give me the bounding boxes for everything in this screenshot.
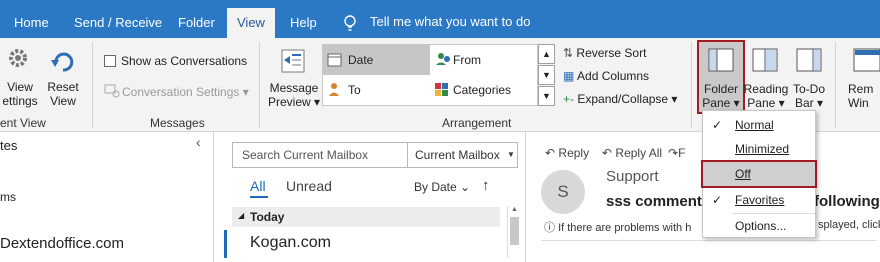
folder-item[interactable]: tes xyxy=(0,138,17,153)
menu-item-favorites[interactable]: ✓ Favorites xyxy=(703,188,815,212)
menu-item-minimized[interactable]: Minimized xyxy=(703,137,815,161)
message-preview-button[interactable]: Message Preview ▾ xyxy=(268,81,320,109)
group-separator xyxy=(259,42,260,128)
group-separator xyxy=(92,42,93,128)
reminders-window-button[interactable]: Rem Win xyxy=(848,82,880,110)
divider xyxy=(541,240,877,241)
view-settings-button[interactable]: View ettings xyxy=(0,80,40,108)
chevron-down-icon: ⌄ xyxy=(460,180,471,194)
reply-icon: ↶ xyxy=(545,146,556,160)
conversation-settings-button[interactable]: Conversation Settings ▾ xyxy=(122,84,249,100)
search-input[interactable]: Search Current Mailbox xyxy=(242,148,368,162)
gallery-more[interactable]: ▼ xyxy=(538,86,555,106)
tab-folder[interactable]: Folder xyxy=(178,8,215,38)
collapse-triangle-icon: ◢ xyxy=(238,211,245,220)
show-as-conversations-checkbox[interactable] xyxy=(104,55,116,67)
sort-direction-icon[interactable]: ↑ xyxy=(482,177,490,194)
arrange-by-from[interactable]: From xyxy=(431,45,538,75)
account-name[interactable]: Dextendoffice.com xyxy=(0,235,124,252)
arrange-by-date[interactable]: Date xyxy=(323,45,430,75)
reading-pane-button[interactable]: Reading Pane ▾ xyxy=(742,82,790,110)
group-label-messages: Messages xyxy=(150,116,205,130)
tab-home[interactable]: Home xyxy=(14,8,49,38)
person-icon xyxy=(329,83,339,96)
avatar: S xyxy=(541,170,585,214)
sort-arrows-icon: ⇅ xyxy=(563,46,574,60)
search-scope-dropdown[interactable]: Current Mailbox ▼ xyxy=(415,148,515,162)
calendar-icon xyxy=(327,53,342,67)
gallery-scroll-up[interactable]: ▲ xyxy=(538,44,555,64)
info-bar-tail: splayed, click xyxy=(818,219,880,231)
expand-collapse-icon: +- xyxy=(563,92,575,106)
conversation-settings-icon xyxy=(104,84,120,98)
folder-pane-button[interactable]: Folder Pane ▾ xyxy=(697,40,745,114)
sender-name[interactable]: Support xyxy=(606,168,659,185)
arrange-by-categories[interactable]: Categories xyxy=(431,75,538,105)
group-separator xyxy=(835,42,836,128)
checkmark-icon: ✓ xyxy=(712,118,723,132)
menu-item-options[interactable]: Options... xyxy=(703,214,815,238)
reset-view-icon xyxy=(51,52,74,72)
reminders-window-icon xyxy=(853,48,880,72)
search-box: Search Current Mailbox Current Mailbox ▼ xyxy=(232,142,518,168)
reverse-sort-button[interactable]: ⇅ Reverse Sort xyxy=(563,45,646,61)
todo-bar-icon xyxy=(796,48,822,72)
tab-send-receive[interactable]: Send / Receive xyxy=(74,8,162,38)
sort-by-dropdown[interactable]: By Date ⌄ xyxy=(414,180,470,194)
add-columns-icon: ▦ xyxy=(563,69,575,83)
chevron-down-icon: ▼ xyxy=(507,150,515,159)
expand-collapse-button[interactable]: +- Expand/Collapse ▾ xyxy=(563,91,677,107)
gear-icon xyxy=(9,49,27,67)
forward-button[interactable]: ↷F xyxy=(668,145,685,161)
filter-all[interactable]: All xyxy=(250,178,266,194)
tab-help[interactable]: Help xyxy=(290,8,317,38)
folder-pane-menu: ✓ Normal Minimized Off ✓ Favorites Optio… xyxy=(701,110,817,238)
forward-icon: ↷ xyxy=(668,146,679,160)
mail-list-scrollbar[interactable]: ▲ xyxy=(507,206,521,258)
filter-unread[interactable]: Unread xyxy=(286,178,332,194)
message-subject: sss comment p xyxy=(606,193,716,210)
info-icon: ⓘ xyxy=(544,222,555,234)
group-separator xyxy=(691,42,692,128)
message-subject-tail: following xyxy=(814,193,880,210)
menu-item-off[interactable]: Off xyxy=(701,160,817,188)
reply-button[interactable]: ↶ Reply xyxy=(545,145,589,161)
collapse-pane-icon[interactable]: ‹ xyxy=(196,134,201,150)
unread-indicator xyxy=(224,230,227,258)
tell-me-search[interactable]: Tell me what you want to do xyxy=(370,14,530,29)
add-columns-button[interactable]: ▦ Add Columns xyxy=(563,68,649,84)
folder-pane: tes ‹ ms Dextendoffice.com xyxy=(0,132,214,262)
message-preview-icon xyxy=(281,49,305,73)
arrange-by-to[interactable]: To xyxy=(323,75,430,105)
categories-icon xyxy=(435,83,448,96)
message-sender[interactable]: Kogan.com xyxy=(250,234,331,252)
gallery-scroll[interactable]: ▲ ▼ ▼ xyxy=(538,44,555,106)
filter-underline xyxy=(250,196,268,198)
reading-pane-icon xyxy=(752,48,778,72)
search-divider xyxy=(407,143,408,167)
folder-item[interactable]: ms xyxy=(0,190,16,204)
reset-view-button[interactable]: Reset View xyxy=(46,80,80,108)
info-bar[interactable]: ⓘ If there are problems with h xyxy=(544,219,691,235)
ribbon-tab-bar: Home Send / Receive Folder View Help Tel… xyxy=(0,0,880,38)
group-label-arrangement: Arrangement xyxy=(442,116,512,130)
reply-all-button[interactable]: ↶ Reply All xyxy=(602,145,662,161)
tab-view[interactable]: View xyxy=(227,8,275,38)
menu-item-normal[interactable]: ✓ Normal xyxy=(703,113,815,137)
group-header-today[interactable]: ◢ Today xyxy=(232,207,500,227)
lightbulb-icon xyxy=(344,15,356,31)
gallery-scroll-down[interactable]: ▼ xyxy=(538,65,555,85)
group-label-current-view: ent View xyxy=(0,116,46,130)
checkmark-icon: ✓ xyxy=(712,193,723,207)
show-as-conversations-label: Show as Conversations xyxy=(121,54,248,68)
folder-pane-icon xyxy=(708,48,734,72)
reply-all-icon: ↶ xyxy=(602,146,613,160)
todo-bar-button[interactable]: To-Do Bar ▾ xyxy=(790,82,828,110)
people-icon xyxy=(436,53,450,65)
